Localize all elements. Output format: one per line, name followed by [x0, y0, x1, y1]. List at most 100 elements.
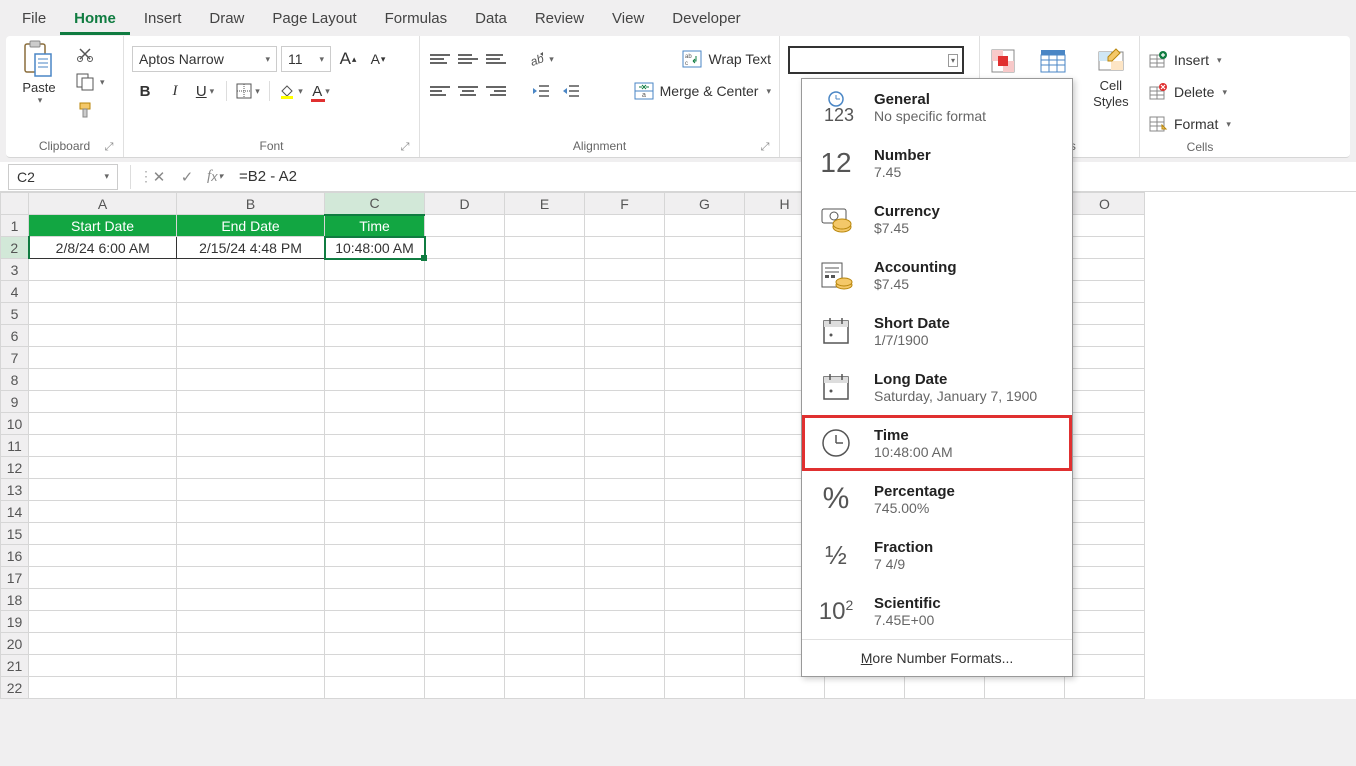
cell-C2[interactable]: 10:48:00 AM [325, 237, 425, 259]
row-header-4[interactable]: 4 [1, 281, 29, 303]
formula-input[interactable]: =B2 - A2 [229, 168, 1356, 185]
cell-B14[interactable] [177, 501, 325, 523]
cell-C11[interactable] [325, 435, 425, 457]
cell-C19[interactable] [325, 611, 425, 633]
enter-formula-button[interactable]: ✓ [173, 165, 201, 189]
row-header-16[interactable]: 16 [1, 545, 29, 567]
cell-F4[interactable] [585, 281, 665, 303]
column-header-O[interactable]: O [1065, 193, 1145, 215]
row-header-20[interactable]: 20 [1, 633, 29, 655]
cell-A1[interactable]: Start Date [29, 215, 177, 237]
delete-cells-button[interactable]: Delete▾ [1148, 78, 1252, 106]
cell-G18[interactable] [665, 589, 745, 611]
cell-G19[interactable] [665, 611, 745, 633]
cell-D6[interactable] [425, 325, 505, 347]
cell-B4[interactable] [177, 281, 325, 303]
cell-O10[interactable] [1065, 413, 1145, 435]
cell-C8[interactable] [325, 369, 425, 391]
format-option-time[interactable]: Time10:48:00 AM [802, 415, 1072, 471]
cell-D2[interactable] [425, 237, 505, 259]
cell-G20[interactable] [665, 633, 745, 655]
cell-G12[interactable] [665, 457, 745, 479]
font-size-select[interactable]: 11▾ [281, 46, 331, 72]
cell-O8[interactable] [1065, 369, 1145, 391]
cell-C18[interactable] [325, 589, 425, 611]
format-option-longdate[interactable]: Long DateSaturday, January 7, 1900 [802, 359, 1072, 415]
cell-C21[interactable] [325, 655, 425, 677]
cell-E5[interactable] [505, 303, 585, 325]
cell-C3[interactable] [325, 259, 425, 281]
cell-F7[interactable] [585, 347, 665, 369]
cell-G8[interactable] [665, 369, 745, 391]
wrap-text-button[interactable]: abc Wrap Text [682, 50, 771, 68]
cell-D17[interactable] [425, 567, 505, 589]
cell-O16[interactable] [1065, 545, 1145, 567]
cell-B9[interactable] [177, 391, 325, 413]
cell-D14[interactable] [425, 501, 505, 523]
cell-E9[interactable] [505, 391, 585, 413]
cell-D5[interactable] [425, 303, 505, 325]
cell-C14[interactable] [325, 501, 425, 523]
cell-styles-button[interactable]: Cell Styles [1087, 46, 1134, 109]
cell-A16[interactable] [29, 545, 177, 567]
cell-O18[interactable] [1065, 589, 1145, 611]
cut-button[interactable] [76, 44, 105, 64]
cell-O9[interactable] [1065, 391, 1145, 413]
cell-C5[interactable] [325, 303, 425, 325]
cell-A5[interactable] [29, 303, 177, 325]
cell-O11[interactable] [1065, 435, 1145, 457]
row-header-17[interactable]: 17 [1, 567, 29, 589]
chevron-down-icon[interactable]: ▾ [100, 77, 105, 88]
dialog-launcher-icon[interactable]: ⤢ [759, 141, 771, 153]
chevron-down-icon[interactable]: ▾ [38, 95, 43, 106]
cell-G22[interactable] [665, 677, 745, 699]
cell-G16[interactable] [665, 545, 745, 567]
insert-cells-button[interactable]: Insert▾ [1148, 46, 1252, 74]
cell-F14[interactable] [585, 501, 665, 523]
column-header-B[interactable]: B [177, 193, 325, 215]
dialog-launcher-icon[interactable]: ⤢ [103, 141, 115, 153]
align-center-button[interactable] [456, 81, 480, 101]
cell-G11[interactable] [665, 435, 745, 457]
cell-F12[interactable] [585, 457, 665, 479]
cell-O12[interactable] [1065, 457, 1145, 479]
menu-draw[interactable]: Draw [195, 2, 258, 35]
row-header-6[interactable]: 6 [1, 325, 29, 347]
cell-D8[interactable] [425, 369, 505, 391]
cell-C10[interactable] [325, 413, 425, 435]
cell-C22[interactable] [325, 677, 425, 699]
paste-button[interactable]: Paste ▾ [14, 40, 64, 106]
insert-function-button[interactable]: fx▾ [201, 165, 229, 189]
cell-F8[interactable] [585, 369, 665, 391]
cell-A10[interactable] [29, 413, 177, 435]
cell-E14[interactable] [505, 501, 585, 523]
cell-O2[interactable] [1065, 237, 1145, 259]
cell-H22[interactable] [745, 677, 825, 699]
cell-E10[interactable] [505, 413, 585, 435]
cell-G9[interactable] [665, 391, 745, 413]
cell-B6[interactable] [177, 325, 325, 347]
cell-A14[interactable] [29, 501, 177, 523]
row-header-9[interactable]: 9 [1, 391, 29, 413]
more-number-formats-button[interactable]: More Number Formats... [802, 639, 1072, 676]
cell-F16[interactable] [585, 545, 665, 567]
cell-O21[interactable] [1065, 655, 1145, 677]
increase-indent-button[interactable] [558, 78, 584, 104]
bold-button[interactable]: B [132, 78, 158, 104]
format-option-fraction[interactable]: ½Fraction7 4/9 [802, 527, 1072, 583]
cell-D9[interactable] [425, 391, 505, 413]
row-header-11[interactable]: 11 [1, 435, 29, 457]
select-all-corner[interactable] [1, 193, 29, 215]
format-painter-button[interactable] [76, 100, 105, 120]
menu-insert[interactable]: Insert [130, 2, 196, 35]
cell-A22[interactable] [29, 677, 177, 699]
cell-E7[interactable] [505, 347, 585, 369]
cell-E17[interactable] [505, 567, 585, 589]
cell-F17[interactable] [585, 567, 665, 589]
format-option-general[interactable]: 123GeneralNo specific format [802, 79, 1072, 135]
menu-formulas[interactable]: Formulas [371, 2, 462, 35]
column-header-C[interactable]: C [325, 193, 425, 215]
menu-review[interactable]: Review [521, 2, 598, 35]
cell-A13[interactable] [29, 479, 177, 501]
cell-G6[interactable] [665, 325, 745, 347]
